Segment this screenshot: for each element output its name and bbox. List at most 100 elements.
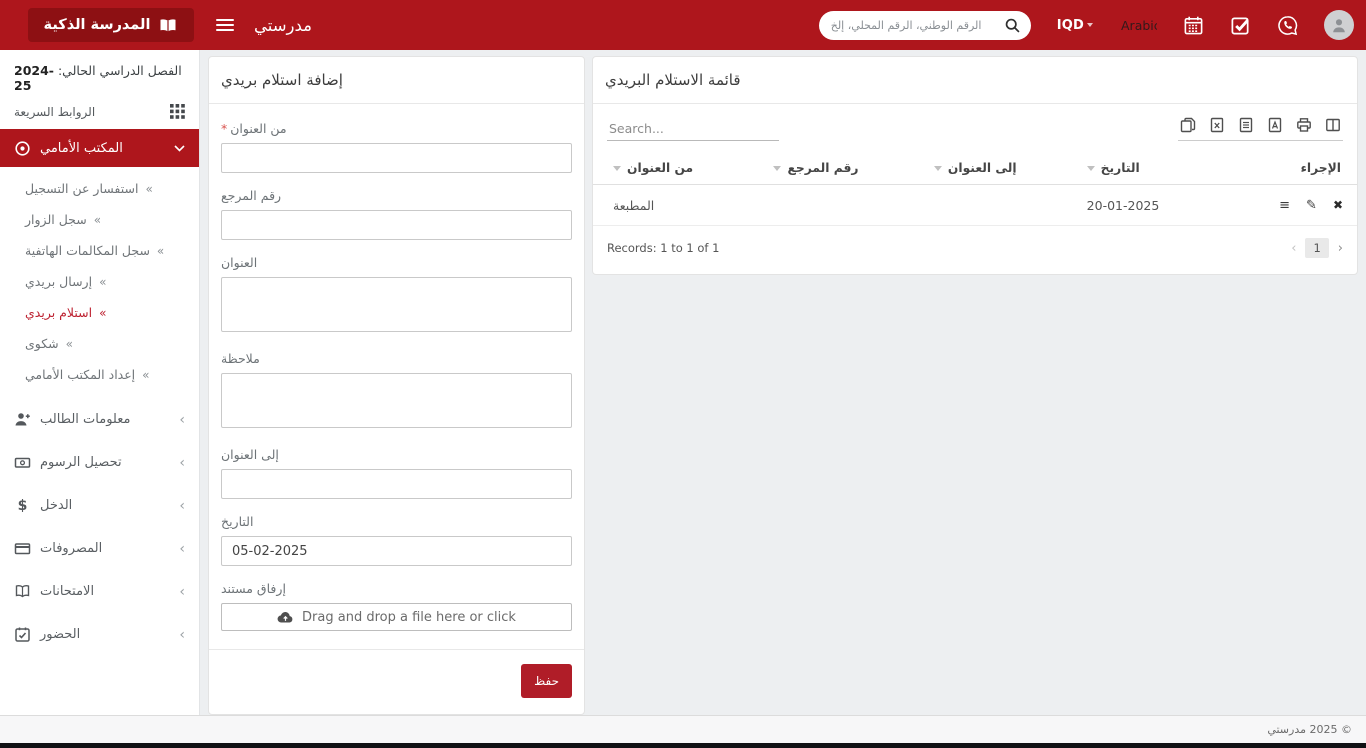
cloud-upload-icon <box>277 610 294 624</box>
add-postal-receive-panel: إضافة استلام بريدي من العنوان* رقم المرج… <box>208 56 585 715</box>
grid-icon <box>170 104 185 119</box>
sidebar-item-front-office[interactable]: المكتب الأمامي <box>0 129 199 167</box>
copyright-text: © 2025 مدرستي <box>1267 723 1352 736</box>
details-list-icon[interactable]: ≡ <box>1279 198 1290 213</box>
chevron-left-icon: ‹ <box>179 454 185 471</box>
sort-caret-icon <box>773 166 782 171</box>
sidebar-item-expenses[interactable]: المصروفات ‹ <box>0 527 199 570</box>
pdf-file-icon[interactable] <box>1267 117 1283 133</box>
sidebar-item-student-information[interactable]: معلومات الطالب ‹ <box>0 398 199 441</box>
form-title: إضافة استلام بريدي <box>209 57 584 104</box>
edit-pencil-icon[interactable]: ✎ <box>1306 198 1317 213</box>
brand-title: المدرسة الذكية <box>43 17 151 33</box>
chevron-down-icon <box>174 144 185 152</box>
table-search-input[interactable] <box>607 117 779 141</box>
language-selector[interactable]: Arabic <box>1121 18 1157 33</box>
brand-logo[interactable]: المدرسة الذكية <box>28 8 194 42</box>
quick-links[interactable]: الروابط السريعة <box>0 95 199 129</box>
sidebar-subitem-admission-enquiry[interactable]: استفسار عن التسجيل « <box>0 173 199 204</box>
sidebar-subitem-complaint[interactable]: شكوى « <box>0 328 199 359</box>
sidebar-subitem-postal-receive[interactable]: استلام بريدي « <box>0 297 199 328</box>
user-avatar[interactable] <box>1324 10 1354 40</box>
date-input[interactable] <box>221 536 572 566</box>
person-plus-icon <box>14 411 31 428</box>
currency-label: IQD <box>1056 17 1084 33</box>
top-header-bar: المدرسة الذكية مدرستي IQD Arabic <box>0 0 1366 50</box>
sidebar-subitem-phone-call-log[interactable]: سجل المكالمات الهاتفية « <box>0 235 199 266</box>
required-asterisk: * <box>221 121 228 136</box>
dropzone-text: Drag and drop a file here or click <box>302 609 516 625</box>
cell-reference-no <box>753 184 914 226</box>
columns-icon[interactable] <box>1325 117 1341 133</box>
reference-no-label: رقم المرجع <box>221 188 282 203</box>
sidebar-subitem-front-office-setup[interactable]: إعداد المكتب الأمامي « <box>0 359 199 390</box>
bottom-strip <box>0 743 1366 748</box>
reference-no-input[interactable] <box>221 210 572 240</box>
cell-date: 20-01-2025 <box>1066 184 1212 226</box>
column-header-reference-no[interactable]: رقم المرجع <box>753 151 914 185</box>
front-office-submenu: استفسار عن التسجيل « سجل الزوار « سجل ال… <box>0 167 199 398</box>
chevron-left-icon: ‹ <box>179 540 185 557</box>
brand-area: المدرسة الذكية <box>0 0 200 50</box>
app-title: مدرستي <box>254 15 313 35</box>
tasks-check-square-icon[interactable] <box>1230 15 1251 36</box>
double-chevron-left-icon: « <box>93 212 102 227</box>
whatsapp-icon[interactable] <box>1277 15 1298 36</box>
table-toolbar <box>593 104 1357 151</box>
sidebar-subitem-postal-dispatch[interactable]: إرسال بريدي « <box>0 266 199 297</box>
current-semester: الفصل الدراسي الحالي: 2024-25 <box>0 50 199 95</box>
title-label: العنوان <box>221 255 258 270</box>
postal-receive-list-panel: قائمة الاستلام البريدي Search... من العن… <box>592 56 1358 275</box>
page-number[interactable]: 1 <box>1305 238 1329 258</box>
export-buttons <box>1178 117 1343 141</box>
sort-caret-icon <box>933 166 942 171</box>
hamburger-menu-icon[interactable] <box>216 16 234 34</box>
delete-x-icon[interactable]: ✖ <box>1333 198 1343 212</box>
file-dropzone[interactable]: Drag and drop a file here or click <box>221 603 572 631</box>
text-file-icon[interactable] <box>1238 117 1254 133</box>
sidebar-item-fees-collection[interactable]: تحصيل الرسوم ‹ <box>0 441 199 484</box>
quick-links-label: الروابط السريعة <box>14 104 96 119</box>
global-search-input[interactable] <box>830 18 1004 32</box>
column-header-from-title[interactable]: من العنوان <box>593 151 754 185</box>
cell-from-title: المطبعة <box>593 184 754 226</box>
table-header-row: من العنوان رقم المرجع إلى العنوان التاري… <box>593 151 1357 185</box>
double-chevron-left-icon: « <box>99 274 107 289</box>
sidebar-item-income[interactable]: $ الدخل ‹ <box>0 484 199 527</box>
previous-page-icon[interactable]: ‹ <box>1291 241 1296 256</box>
from-title-input[interactable] <box>221 143 572 173</box>
chevron-left-icon: ‹ <box>179 497 185 514</box>
postal-receive-table: من العنوان رقم المرجع إلى العنوان التاري… <box>593 151 1357 226</box>
note-label: ملاحظة <box>221 351 260 366</box>
printer-icon[interactable] <box>1296 117 1312 133</box>
double-chevron-left-icon: « <box>156 243 165 258</box>
search-icon[interactable] <box>1004 17 1021 34</box>
save-button[interactable]: حفظ <box>521 664 572 698</box>
copy-icon[interactable] <box>1180 117 1196 133</box>
sidebar-item-examinations[interactable]: الامتحانات ‹ <box>0 570 199 613</box>
pagination: ‹ 1 › <box>1291 238 1343 258</box>
language-label: Arabic <box>1121 17 1157 33</box>
title-textarea[interactable] <box>221 277 572 332</box>
chevron-left-icon: ‹ <box>179 583 185 600</box>
column-header-date[interactable]: التاريخ <box>1066 151 1212 185</box>
double-chevron-left-icon: « <box>65 336 73 351</box>
next-page-icon[interactable]: › <box>1338 241 1343 256</box>
column-header-to-title[interactable]: إلى العنوان <box>913 151 1067 185</box>
double-chevron-left-icon: « <box>142 367 150 382</box>
open-book-icon <box>14 583 31 600</box>
double-chevron-left-icon: « <box>99 305 107 320</box>
credit-card-icon <box>14 540 31 557</box>
sidebar-subitem-visitor-log[interactable]: سجل الزوار « <box>0 204 199 235</box>
to-title-input[interactable] <box>221 469 572 499</box>
note-textarea[interactable] <box>221 373 572 428</box>
topbar-right-group: IQD Arabic <box>818 10 1366 40</box>
table-title: قائمة الاستلام البريدي <box>593 57 1357 104</box>
form-footer: حفظ <box>209 649 584 714</box>
calendar-icon[interactable] <box>1183 15 1204 36</box>
sidebar-item-attendance[interactable]: الحضور ‹ <box>0 613 199 656</box>
currency-selector[interactable]: IQD <box>1057 18 1093 33</box>
excel-file-icon[interactable] <box>1209 117 1225 133</box>
attach-document-label: إرفاق مستند <box>221 581 286 596</box>
chevron-left-icon: ‹ <box>179 626 185 643</box>
